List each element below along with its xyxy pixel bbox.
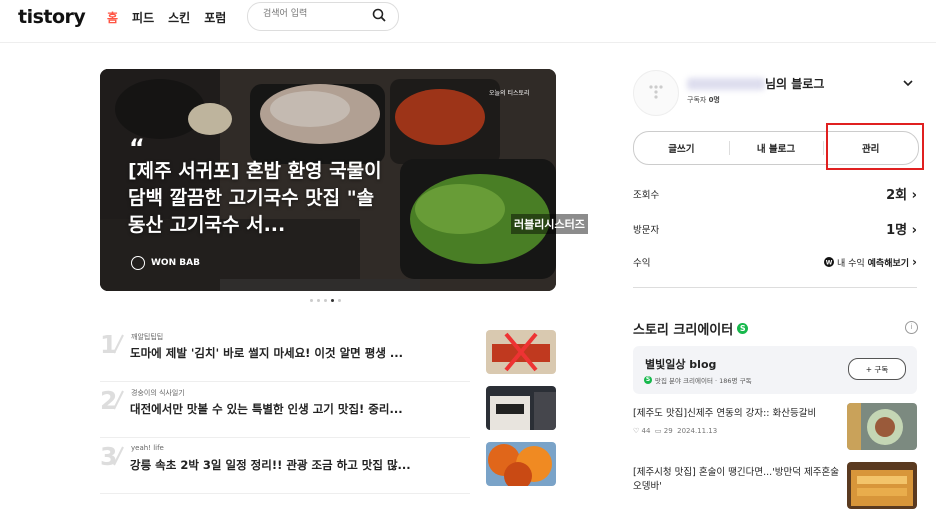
blurred-blog-name bbox=[687, 78, 765, 90]
nav-forum[interactable]: 포럼 bbox=[204, 9, 226, 26]
creator-post-title[interactable]: [제주도 맛집]신제주 연동의 강자:: 화산등갈비 bbox=[633, 407, 843, 421]
rank-slash-icon bbox=[113, 446, 124, 466]
ranked-post[interactable]: 3 yeah! life 강릉 속초 2박 3일 일정 정리!! 관광 조금 하… bbox=[100, 442, 556, 494]
comments-count: 29 bbox=[663, 427, 673, 435]
search-input[interactable] bbox=[261, 8, 365, 20]
revenue-badge-icon: W bbox=[823, 257, 834, 267]
rank-source[interactable]: 깨알팁팁팁 bbox=[131, 332, 163, 342]
story-creator-heading: 스토리 크리에이터 S bbox=[633, 319, 749, 338]
ranked-post[interactable]: 1 깨알팁팁팁 도마에 제발 '김치' 바로 썰지 마세요! 이것 알면 평생 … bbox=[100, 330, 556, 382]
rank-source[interactable]: 경숭이의 식사일기 bbox=[131, 388, 185, 398]
section-divider bbox=[633, 287, 917, 288]
blog-name-suffix[interactable]: 님의 블로그 bbox=[765, 75, 824, 92]
creator-card[interactable]: 별빛일상 blog S 맛집 분야 크리에이터 · 186명 구독 + 구독 bbox=[633, 346, 917, 394]
creator-meta-text: 맛집 분야 크리에이터 · 186명 구독 bbox=[655, 377, 752, 385]
revenue-prefix: 내 수익 bbox=[836, 258, 865, 269]
write-button[interactable]: 글쓰기 bbox=[634, 132, 729, 164]
my-blog-button[interactable]: 내 블로그 bbox=[728, 132, 824, 164]
author-avatar bbox=[131, 256, 145, 270]
main-nav: 홈 피드 스킨 포럼 bbox=[107, 9, 226, 26]
search-box[interactable] bbox=[247, 2, 399, 31]
creator-post[interactable]: [제주도 맛집]신제주 연동의 강자:: 화산등갈비 ♡ 44 ▭ 29 202… bbox=[633, 403, 917, 450]
chevron-right-icon: › bbox=[911, 188, 917, 203]
subscriber-value: 0명 bbox=[708, 96, 720, 104]
rank-thumbnail[interactable] bbox=[486, 442, 556, 486]
chevron-right-icon: › bbox=[912, 255, 917, 269]
visitors-value[interactable]: 1명 › bbox=[886, 219, 917, 238]
creator-post-thumbnail[interactable] bbox=[847, 462, 917, 509]
search-icon[interactable] bbox=[372, 8, 386, 22]
author-name: WON BAB bbox=[151, 258, 200, 268]
chevron-down-icon[interactable] bbox=[903, 78, 913, 88]
subscriber-label: 구독자 bbox=[687, 96, 707, 104]
blog-avatar[interactable] bbox=[633, 70, 679, 116]
creator-name[interactable]: 별빛일상 blog bbox=[645, 356, 716, 372]
creator-post-title[interactable]: [제주시청 맛집] 혼술이 땡긴다면...'방만덕 제주혼술 오뎅바' bbox=[633, 466, 843, 494]
visitors-number: 1명 bbox=[886, 223, 908, 238]
ranked-post[interactable]: 2 경숭이의 식사일기 대전에서만 맛볼 수 있는 특별한 인생 고기 맛집! … bbox=[100, 386, 556, 438]
row-divider bbox=[100, 381, 470, 382]
subscriber-count: 구독자 0명 bbox=[687, 95, 720, 105]
carousel-dot[interactable] bbox=[324, 299, 327, 302]
story-creator-title: 스토리 크리에이터 bbox=[633, 323, 734, 338]
revenue-link: 예측해보기 bbox=[867, 258, 910, 269]
tistory-logo[interactable]: tistory bbox=[18, 6, 86, 28]
creator-post-meta: ♡ 44 ▭ 29 2024.11.13 bbox=[633, 427, 717, 435]
carousel-dot[interactable] bbox=[310, 299, 313, 302]
heart-icon: ♡ bbox=[633, 427, 640, 435]
carousel-dot[interactable] bbox=[317, 299, 320, 302]
placeholder-avatar-icon bbox=[649, 85, 663, 99]
nav-feed[interactable]: 피드 bbox=[132, 9, 154, 26]
highlight-box bbox=[826, 123, 924, 170]
rank-source[interactable]: yeah! life bbox=[131, 444, 164, 452]
views-label: 조회수 bbox=[633, 190, 660, 201]
info-icon[interactable]: i bbox=[905, 321, 918, 334]
rank-title[interactable]: 대전에서만 맛볼 수 있는 특별한 인생 고기 맛집! 중리... bbox=[130, 401, 403, 417]
row-divider bbox=[100, 493, 470, 494]
creator-meta: S 맛집 분야 크리에이터 · 186명 구독 bbox=[644, 375, 752, 385]
views-number: 2회 bbox=[886, 188, 908, 203]
comment-icon: ▭ bbox=[654, 427, 662, 435]
post-date: 2024.11.13 bbox=[677, 427, 718, 435]
carousel-indicator[interactable] bbox=[310, 299, 341, 302]
nav-home[interactable]: 홈 bbox=[107, 9, 118, 26]
views-value[interactable]: 2회 › bbox=[886, 184, 917, 203]
creator-post[interactable]: [제주시청 맛집] 혼술이 땡긴다면...'방만덕 제주혼술 오뎅바' bbox=[633, 462, 917, 509]
creator-s-badge-icon: S bbox=[644, 376, 652, 384]
visitors-label: 방문자 bbox=[633, 225, 660, 236]
revenue-predict-link[interactable]: W 내 수익 예측해보기 › bbox=[823, 255, 917, 269]
creator-s-badge-icon: S bbox=[737, 323, 749, 334]
carousel-dot-active[interactable] bbox=[331, 299, 334, 302]
featured-post-author[interactable]: WON BAB bbox=[131, 256, 200, 270]
banner-corner-tag: 오늘의 티스토리 bbox=[489, 90, 530, 97]
top-bar: tistory 홈 피드 스킨 포럼 bbox=[0, 0, 936, 43]
revenue-label: 수익 bbox=[633, 258, 651, 269]
rank-title[interactable]: 강릉 속초 2박 3일 일정 정리!! 관광 조금 하고 맛집 많... bbox=[130, 457, 411, 473]
likes-count: 44 bbox=[641, 427, 651, 435]
rank-thumbnail[interactable] bbox=[486, 386, 556, 430]
watermark-stamp: 러블리시스터즈 bbox=[511, 214, 588, 234]
nav-skin[interactable]: 스킨 bbox=[168, 9, 190, 26]
rank-thumbnail[interactable] bbox=[486, 330, 556, 374]
rank-title[interactable]: 도마에 제발 '김치' 바로 썰지 마세요! 이것 알면 평생 ... bbox=[130, 345, 403, 361]
row-divider bbox=[100, 437, 470, 438]
svg-text:W: W bbox=[826, 260, 833, 267]
chevron-right-icon: › bbox=[911, 223, 917, 238]
rank-slash-icon bbox=[113, 334, 124, 354]
creator-post-thumbnail[interactable] bbox=[847, 403, 917, 450]
featured-post-title[interactable]: [제주 서귀포] 혼밥 환영 국물이 담백 깔끔한 고기국수 맛집 "솔동산 고… bbox=[128, 158, 388, 239]
subscribe-button[interactable]: + 구독 bbox=[848, 358, 906, 380]
carousel-dot[interactable] bbox=[338, 299, 341, 302]
rank-slash-icon bbox=[113, 390, 124, 410]
